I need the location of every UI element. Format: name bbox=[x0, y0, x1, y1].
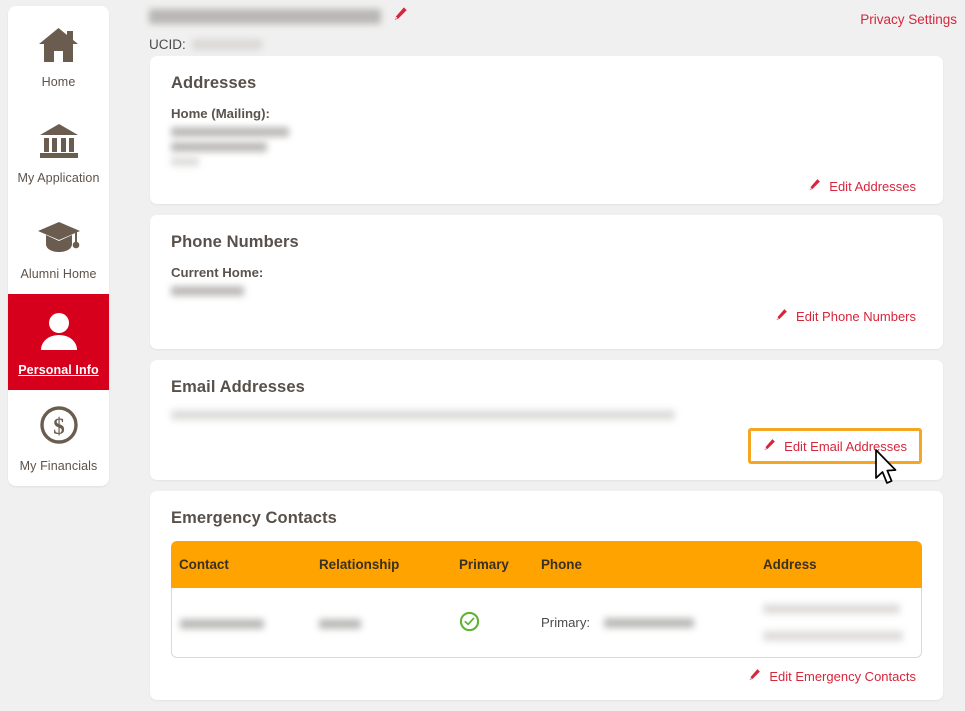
email-addresses-card: Email Addresses Edit Email Addresses bbox=[150, 360, 943, 480]
column-header-primary: Primary bbox=[451, 541, 533, 588]
check-circle-icon bbox=[459, 611, 480, 635]
address-line-2 bbox=[171, 142, 267, 152]
emergency-contacts-actions: Edit Emergency Contacts bbox=[171, 664, 922, 688]
phone-number-value bbox=[604, 617, 695, 628]
phone-type-label: Primary: bbox=[541, 615, 591, 630]
home-mailing-value bbox=[171, 127, 922, 166]
contact-relationship bbox=[319, 618, 361, 629]
pencil-icon bbox=[775, 308, 788, 324]
sidebar-nav: Home My Application Alumni Home Personal… bbox=[8, 6, 109, 486]
edit-email-addresses-label: Edit Email Addresses bbox=[784, 438, 907, 454]
email-addresses-actions: Edit Email Addresses bbox=[171, 428, 922, 464]
address-line-1 bbox=[171, 127, 289, 137]
table-body: Primary: bbox=[171, 588, 922, 658]
edit-emergency-contacts-label: Edit Emergency Contacts bbox=[769, 668, 916, 684]
pencil-icon bbox=[763, 438, 776, 454]
page-header: UCID: Privacy Settings bbox=[128, 0, 965, 56]
phone-numbers-actions: Edit Phone Numbers bbox=[171, 304, 922, 328]
pencil-icon bbox=[748, 668, 761, 684]
edit-addresses-link[interactable]: Edit Addresses bbox=[802, 174, 922, 198]
sidebar-item-home[interactable]: Home bbox=[8, 6, 109, 102]
email-addresses-message bbox=[171, 410, 675, 420]
current-home-value bbox=[171, 286, 922, 296]
emergency-contacts-title: Emergency Contacts bbox=[171, 509, 337, 527]
table-row: Primary: bbox=[171, 588, 922, 658]
ucid-value bbox=[191, 39, 262, 50]
edit-emergency-contacts-link[interactable]: Edit Emergency Contacts bbox=[742, 664, 922, 688]
sidebar-item-label: My Financials bbox=[19, 458, 98, 473]
graduation-cap-icon bbox=[36, 212, 82, 256]
svg-text:$: $ bbox=[53, 414, 65, 439]
edit-name-pencil-icon[interactable] bbox=[393, 6, 408, 26]
edit-addresses-label: Edit Addresses bbox=[829, 178, 916, 194]
house-icon bbox=[37, 20, 81, 64]
edit-phone-numbers-label: Edit Phone Numbers bbox=[796, 308, 916, 324]
cell-address bbox=[755, 588, 922, 658]
pencil-icon bbox=[808, 178, 821, 194]
cell-relationship bbox=[311, 588, 451, 658]
sidebar-item-label: My Application bbox=[17, 170, 100, 185]
addresses-actions: Edit Addresses bbox=[171, 174, 922, 198]
phone-numbers-card: Phone Numbers Current Home: Edit Phone N… bbox=[150, 215, 943, 349]
column-header-address: Address bbox=[755, 541, 922, 588]
sidebar-item-my-financials[interactable]: $ My Financials bbox=[8, 390, 109, 486]
address-line-3 bbox=[171, 157, 199, 166]
column-header-phone: Phone bbox=[533, 541, 755, 588]
table-header-row: Contact Relationship Primary Phone Addre… bbox=[171, 541, 922, 588]
contact-address-line-1 bbox=[763, 604, 900, 614]
bank-building-icon bbox=[37, 116, 81, 160]
user-name-row bbox=[149, 6, 965, 26]
sidebar-item-label: Home bbox=[41, 74, 76, 89]
sidebar-item-alumni-home[interactable]: Alumni Home bbox=[8, 198, 109, 294]
addresses-card: Addresses Home (Mailing): Edit Addresses bbox=[150, 56, 943, 204]
ucid-label: UCID: bbox=[149, 37, 186, 52]
edit-phone-numbers-link[interactable]: Edit Phone Numbers bbox=[769, 304, 922, 328]
edit-email-addresses-button[interactable]: Edit Email Addresses bbox=[748, 428, 922, 464]
cell-contact bbox=[171, 588, 311, 658]
emergency-contacts-table: Contact Relationship Primary Phone Addre… bbox=[171, 541, 922, 658]
person-icon bbox=[37, 308, 81, 352]
dollar-circle-icon: $ bbox=[37, 404, 81, 448]
table-header: Contact Relationship Primary Phone Addre… bbox=[171, 541, 922, 588]
phone-numbers-title: Phone Numbers bbox=[171, 233, 299, 251]
addresses-title: Addresses bbox=[171, 74, 257, 92]
privacy-settings-link[interactable]: Privacy Settings bbox=[860, 12, 957, 27]
current-home-label: Current Home: bbox=[171, 265, 264, 280]
user-full-name bbox=[149, 8, 381, 24]
phone-line-1 bbox=[171, 286, 244, 296]
column-header-contact: Contact bbox=[171, 541, 311, 588]
email-addresses-title: Email Addresses bbox=[171, 378, 305, 396]
column-header-relationship: Relationship bbox=[311, 541, 451, 588]
ucid-row: UCID: bbox=[149, 37, 965, 52]
home-mailing-label: Home (Mailing): bbox=[171, 106, 270, 121]
emergency-contacts-card: Emergency Contacts Contact Relationship … bbox=[150, 491, 943, 700]
main-content: UCID: Privacy Settings Addresses Home (M… bbox=[128, 0, 965, 711]
sidebar-item-personal-info[interactable]: Personal Info bbox=[8, 294, 109, 390]
email-message-row bbox=[171, 410, 922, 420]
sidebar-item-label: Alumni Home bbox=[20, 266, 97, 281]
sidebar-item-my-application[interactable]: My Application bbox=[8, 102, 109, 198]
sidebar-item-label: Personal Info bbox=[18, 362, 99, 377]
contact-address-line-2 bbox=[763, 631, 903, 641]
cell-phone: Primary: bbox=[533, 588, 755, 658]
cell-primary bbox=[451, 588, 533, 658]
contact-name bbox=[180, 618, 264, 629]
